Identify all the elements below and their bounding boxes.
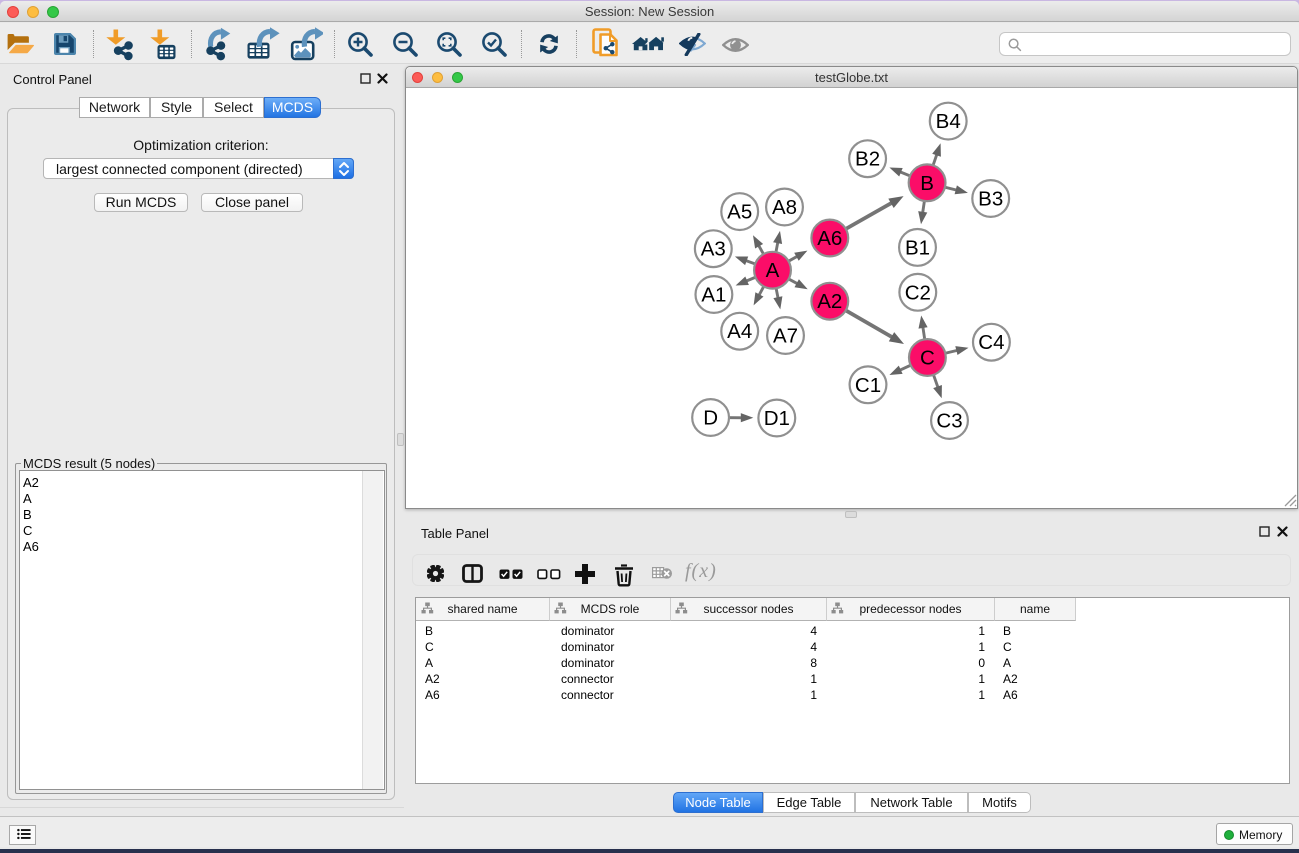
svg-text:D1: D1 [764,407,790,430]
svg-text:B2: B2 [855,148,880,171]
svg-text:C2: C2 [905,281,931,304]
svg-text:A3: A3 [701,238,726,261]
svg-text:A6: A6 [817,227,842,250]
svg-text:A8: A8 [772,196,797,219]
svg-text:B4: B4 [936,110,961,133]
svg-text:B1: B1 [905,236,930,259]
svg-text:C: C [920,347,935,370]
svg-text:A: A [766,259,780,282]
svg-text:A1: A1 [701,284,726,307]
svg-text:A2: A2 [817,290,842,313]
svg-text:A5: A5 [727,201,752,224]
svg-text:B: B [920,172,934,195]
svg-text:A7: A7 [773,325,798,348]
svg-text:C3: C3 [936,410,962,433]
svg-text:C4: C4 [978,331,1004,354]
svg-text:B3: B3 [978,188,1003,211]
svg-text:A4: A4 [727,320,752,343]
svg-text:D: D [703,407,718,430]
svg-text:C1: C1 [855,374,881,397]
